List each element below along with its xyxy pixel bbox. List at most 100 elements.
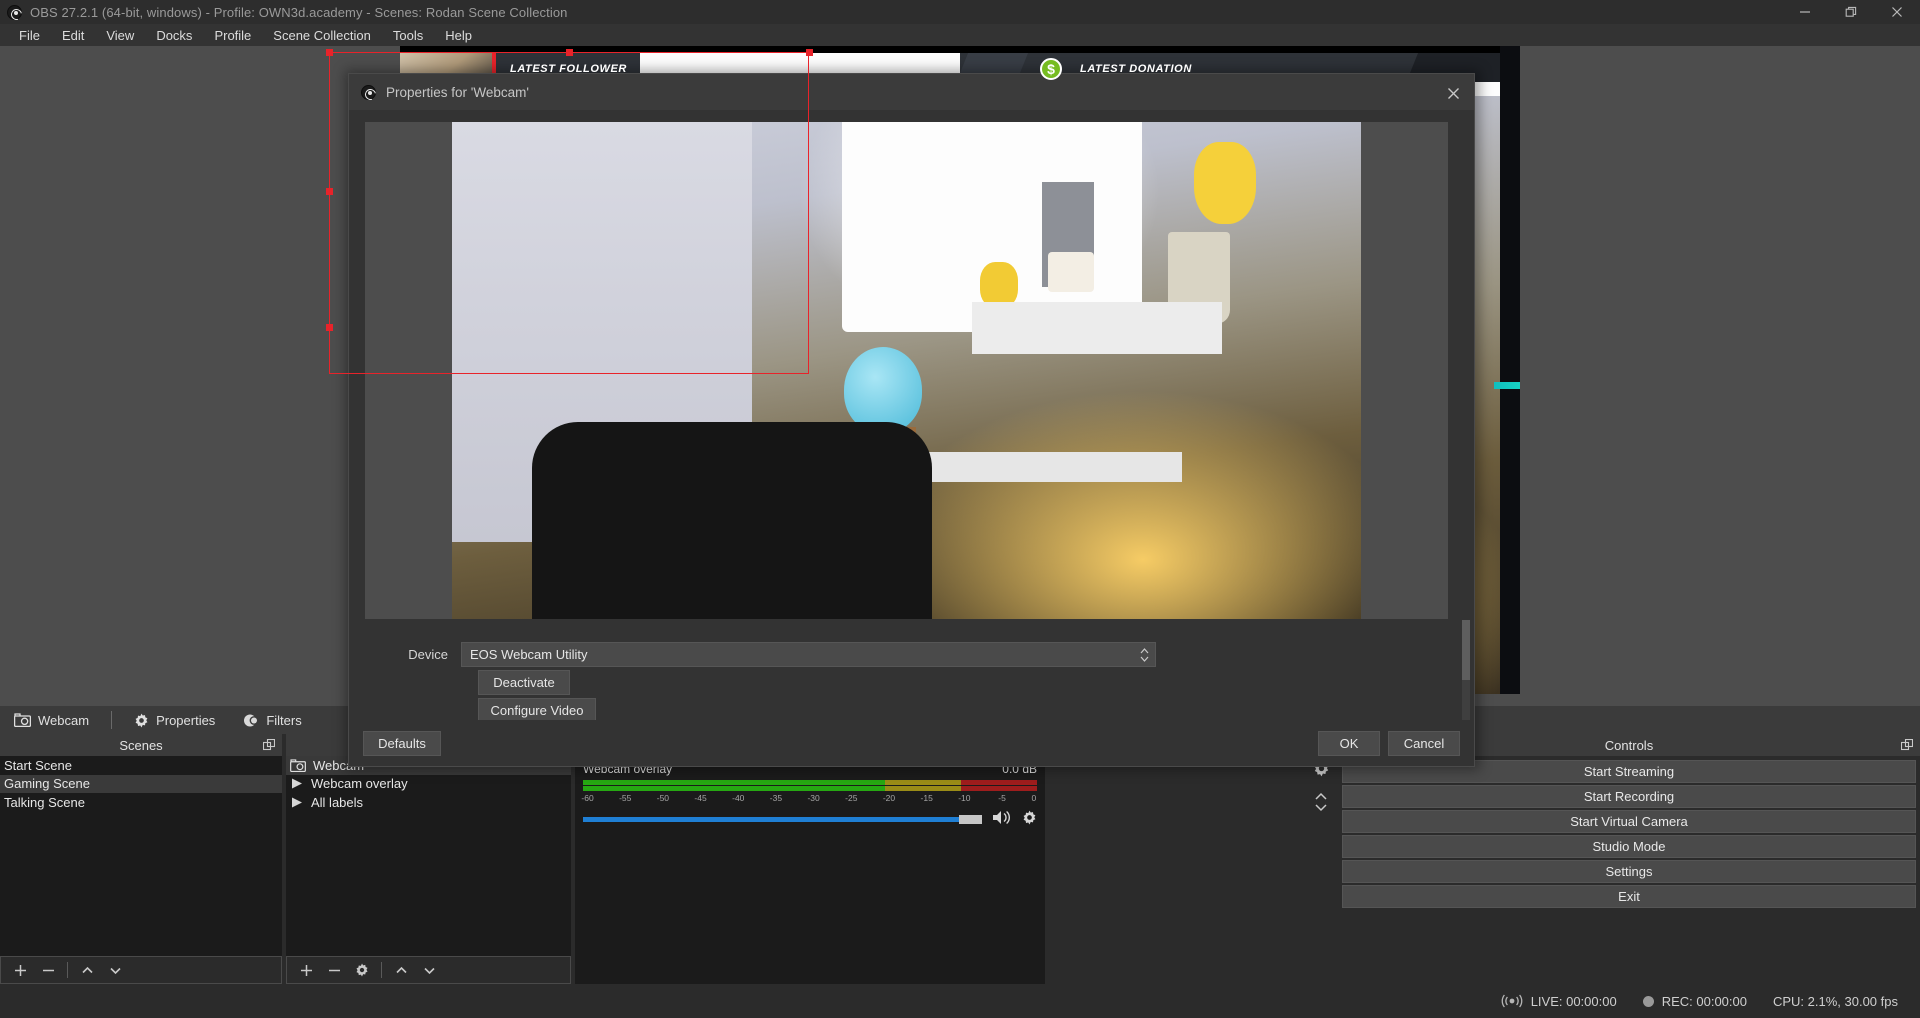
- camera-icon: [14, 713, 31, 727]
- scene-item-start[interactable]: Start Scene: [0, 756, 282, 775]
- volume-knob[interactable]: [959, 815, 982, 824]
- menu-help[interactable]: Help: [434, 24, 483, 46]
- volume-slider[interactable]: [583, 815, 1037, 824]
- scene-item-gaming[interactable]: Gaming Scene: [0, 775, 282, 794]
- db-tick: -35: [770, 793, 782, 803]
- audio-meter-bottom: [583, 786, 1037, 791]
- menu-edit[interactable]: Edit: [51, 24, 95, 46]
- dock-row: Scenes Start Scene Gaming Scene Talking …: [0, 734, 1920, 984]
- close-button[interactable]: [1874, 0, 1920, 24]
- menu-bar: File Edit View Docks Profile Scene Colle…: [0, 24, 1920, 46]
- properties-button[interactable]: Properties: [120, 706, 229, 734]
- start-recording-button[interactable]: Start Recording: [1342, 785, 1916, 808]
- configure-video-button[interactable]: Configure Video: [478, 698, 596, 720]
- rec-status: REC: 00:00:00: [1643, 994, 1747, 1009]
- mute-speaker-icon[interactable]: [992, 810, 1012, 830]
- menu-docks[interactable]: Docks: [145, 24, 203, 46]
- filters-button[interactable]: Filters: [229, 706, 315, 734]
- start-virtual-camera-button[interactable]: Start Virtual Camera: [1342, 810, 1916, 833]
- exit-button[interactable]: Exit: [1342, 885, 1916, 908]
- sources-dock: Sources Webcam: [286, 734, 571, 984]
- device-value: EOS Webcam Utility: [470, 647, 588, 662]
- source-selection-box[interactable]: [329, 52, 809, 374]
- filters-icon: [243, 713, 259, 728]
- properties-label: Properties: [156, 713, 215, 728]
- menu-profile[interactable]: Profile: [203, 24, 262, 46]
- defaults-button[interactable]: Defaults: [363, 731, 441, 756]
- mixer-footer: [575, 956, 1045, 984]
- broadcast-icon: [1501, 994, 1523, 1008]
- source-settings-gear-icon[interactable]: [349, 958, 375, 982]
- obs-main-window: OBS 27.2.1 (64-bit, windows) - Profile: …: [0, 0, 1920, 1018]
- chevron-updown-icon[interactable]: [1136, 645, 1152, 664]
- camera-icon: [290, 759, 306, 772]
- lamp-shape: [844, 347, 922, 433]
- sources-list[interactable]: Webcam Webcam overlay All labels: [286, 756, 571, 956]
- cancel-button[interactable]: Cancel: [1388, 731, 1460, 756]
- dialog-footer: Defaults OK Cancel: [349, 720, 1474, 766]
- mixer-gear-icon[interactable]: [1022, 810, 1037, 830]
- rec-timer: REC: 00:00:00: [1662, 994, 1747, 1009]
- db-tick: -60: [581, 793, 593, 803]
- selection-handle-ml[interactable]: [326, 188, 333, 195]
- source-item-webcam-overlay[interactable]: Webcam overlay: [286, 775, 571, 794]
- menu-tools[interactable]: Tools: [382, 24, 434, 46]
- pikachu-figure-shape: [1194, 142, 1256, 224]
- remove-source-icon[interactable]: [321, 958, 347, 982]
- controls-buttons[interactable]: Start Streaming Start Recording Start Vi…: [1338, 756, 1920, 984]
- remove-scene-icon[interactable]: [35, 958, 61, 982]
- db-tick: -30: [807, 793, 819, 803]
- move-scene-up-icon[interactable]: [74, 958, 100, 982]
- db-tick: -55: [619, 793, 631, 803]
- minimize-button[interactable]: [1782, 0, 1828, 24]
- transitions-footer: [1049, 956, 1334, 984]
- live-timer: LIVE: 00:00:00: [1531, 994, 1617, 1009]
- ok-button[interactable]: OK: [1318, 731, 1380, 756]
- selection-handle-tr[interactable]: [806, 49, 813, 56]
- menu-scene-collection[interactable]: Scene Collection: [262, 24, 382, 46]
- audio-meter-top: [583, 780, 1037, 785]
- deactivate-button[interactable]: Deactivate: [478, 670, 570, 695]
- db-tick: -45: [694, 793, 706, 803]
- selection-handle-tc[interactable]: [566, 49, 573, 56]
- selection-handle-bl[interactable]: [326, 324, 333, 331]
- menu-view[interactable]: View: [95, 24, 145, 46]
- studio-mode-button[interactable]: Studio Mode: [1342, 835, 1916, 858]
- move-scene-down-icon[interactable]: [102, 958, 128, 982]
- transitions-body[interactable]: [1049, 756, 1334, 956]
- scene-label: Talking Scene: [4, 795, 85, 810]
- menu-file[interactable]: File: [8, 24, 51, 46]
- add-source-icon[interactable]: [293, 958, 319, 982]
- selected-source: Webcam: [0, 706, 103, 734]
- dialog-close-button[interactable]: [1442, 82, 1464, 104]
- scenes-dock: Scenes Start Scene Gaming Scene Talking …: [0, 734, 282, 984]
- controls-dock: Controls Start Streaming Start Recording…: [1338, 734, 1920, 984]
- move-source-up-icon[interactable]: [388, 958, 414, 982]
- scene-item-talking[interactable]: Talking Scene: [0, 793, 282, 812]
- controls-popout-icon[interactable]: [1901, 739, 1913, 751]
- pedestal-shape: [972, 302, 1222, 354]
- selection-handle-tl[interactable]: [326, 49, 333, 56]
- volume-track[interactable]: [583, 817, 959, 822]
- device-combobox[interactable]: EOS Webcam Utility: [461, 642, 1156, 667]
- record-dot-icon: [1643, 996, 1654, 1007]
- latest-donation-label: LATEST DONATION: [1080, 63, 1192, 75]
- db-tick: -5: [998, 793, 1006, 803]
- dialog-scrollbar[interactable]: [1462, 620, 1470, 720]
- transitions-dock: Scene Transitions: [1049, 734, 1334, 984]
- scene-label: Start Scene: [4, 758, 72, 773]
- transition-duration-stepper[interactable]: [1313, 790, 1329, 819]
- restore-button[interactable]: [1828, 0, 1874, 24]
- add-scene-icon[interactable]: [7, 958, 33, 982]
- source-item-all-labels[interactable]: All labels: [286, 793, 571, 812]
- scenes-popout-icon[interactable]: [263, 739, 275, 751]
- settings-button[interactable]: Settings: [1342, 860, 1916, 883]
- audio-db-scale: -60 -55 -50 -45 -40 -35 -30 -25 -20 -15 …: [583, 793, 1037, 806]
- cpu-usage: CPU: 2.1%, 30.00 fps: [1773, 994, 1898, 1009]
- scenes-title: Scenes: [119, 738, 162, 753]
- move-source-down-icon[interactable]: [416, 958, 442, 982]
- mixer-channels[interactable]: Webcam overlay 0.0 dB -60 -55 -50 -45: [575, 756, 1045, 956]
- scenes-list[interactable]: Start Scene Gaming Scene Talking Scene: [0, 756, 282, 956]
- preview-right-dark-band: [1500, 46, 1520, 694]
- scene-label: Gaming Scene: [4, 776, 90, 791]
